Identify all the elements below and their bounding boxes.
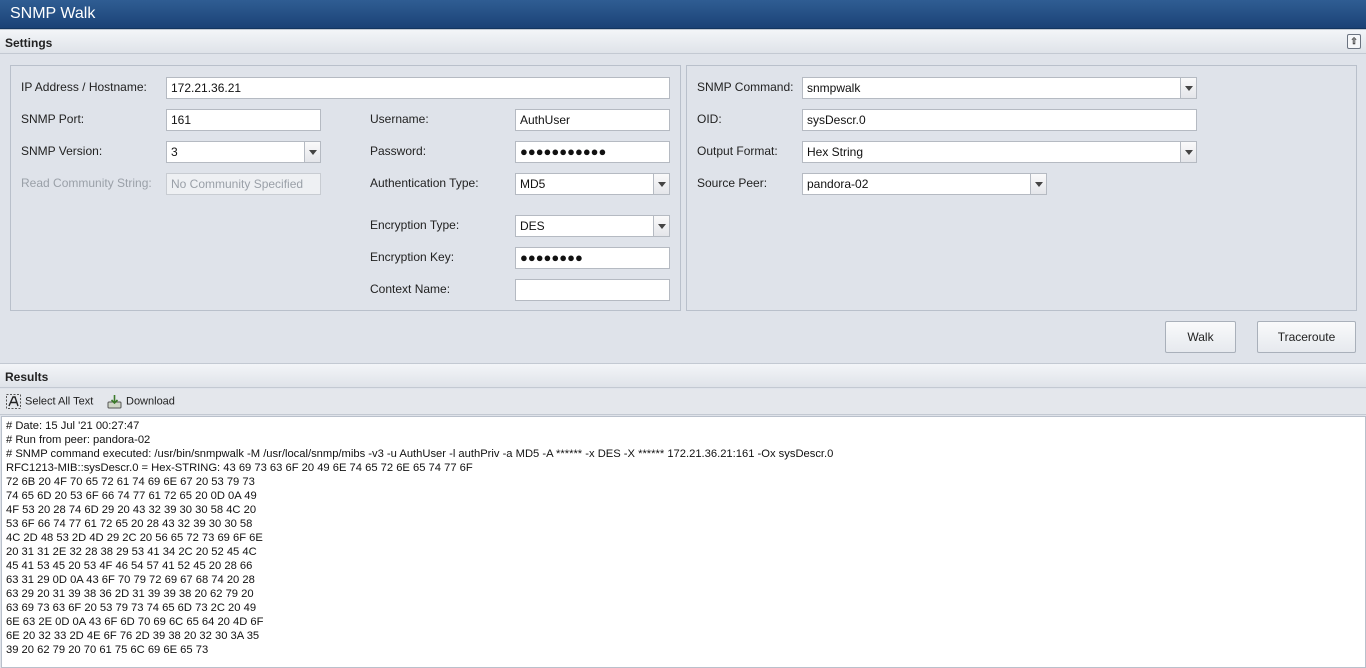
version-select[interactable]: 3 <box>166 141 321 163</box>
output-line: 39 20 62 79 20 70 61 75 6C 69 6E 65 73 <box>6 644 209 656</box>
results-title: Results <box>5 370 49 384</box>
chevron-down-icon[interactable] <box>1180 142 1196 162</box>
enc-key-input[interactable]: ●●●●●●●● <box>515 247 670 269</box>
enc-type-value: DES <box>520 219 545 233</box>
output-line: 63 69 73 63 6F 20 53 79 73 74 65 6D 73 2… <box>6 602 257 614</box>
password-input[interactable]: ●●●●●●●●●●● <box>515 141 670 163</box>
window-title: SNMP Walk <box>0 0 1366 29</box>
results-output[interactable]: # Date: 15 Jul '21 00:27:47 # Run from pe… <box>1 416 1366 668</box>
port-label: SNMP Port: <box>21 112 85 126</box>
select-all-label: Select All Text <box>25 395 94 408</box>
results-toolbar: Select All Text Download <box>0 389 1366 415</box>
collapse-icon[interactable]: ⇧ <box>1347 34 1361 49</box>
command-select[interactable]: snmpwalk <box>802 77 1197 99</box>
oid-label: OID: <box>697 112 722 126</box>
chevron-down-icon[interactable] <box>304 142 320 162</box>
download-label: Download <box>126 395 175 408</box>
community-label: Read Community String: <box>21 176 152 190</box>
output-line: # Run from peer: pandora-02 <box>6 434 151 446</box>
chevron-down-icon[interactable] <box>653 174 669 194</box>
output-line: # SNMP command executed: /usr/bin/snmpwa… <box>6 448 834 460</box>
peer-label: Source Peer: <box>697 176 768 190</box>
enc-type-select[interactable]: DES <box>515 215 670 237</box>
username-input[interactable]: AuthUser <box>515 109 670 131</box>
chevron-down-icon[interactable] <box>653 216 669 236</box>
enc-key-label: Encryption Key: <box>370 250 455 264</box>
output-line: 4C 2D 48 53 2D 4D 29 2C 20 56 65 72 73 6… <box>6 532 263 544</box>
output-line: 20 31 31 2E 32 28 38 29 53 41 34 2C 20 5… <box>6 546 257 558</box>
ip-label: IP Address / Hostname: <box>21 80 147 94</box>
select-all-button[interactable]: Select All Text <box>6 394 93 409</box>
oid-input[interactable]: sysDescr.0 <box>802 109 1197 131</box>
version-label: SNMP Version: <box>21 144 103 158</box>
output-line: 74 65 6D 20 53 6F 66 74 77 61 72 65 20 0… <box>6 490 257 502</box>
peer-value: pandora-02 <box>807 177 869 191</box>
auth-type-label: Authentication Type: <box>370 176 479 190</box>
output-line: # Date: 15 Jul '21 00:27:47 <box>6 420 140 432</box>
username-label: Username: <box>370 112 429 126</box>
chevron-down-icon[interactable] <box>1030 174 1046 194</box>
port-input[interactable]: 161 <box>166 109 321 131</box>
output-line: 4F 53 20 28 74 6D 29 20 43 32 39 30 30 5… <box>6 504 257 516</box>
output-line: 53 6F 66 74 77 61 72 65 20 28 43 32 39 3… <box>6 518 253 530</box>
output-line: 72 6B 20 4F 70 65 72 61 74 69 6E 67 20 5… <box>6 476 255 488</box>
download-button[interactable]: Download <box>107 394 175 409</box>
chevron-down-icon[interactable] <box>1180 78 1196 98</box>
peer-select[interactable]: pandora-02 <box>802 173 1047 195</box>
settings-header: Settings ⇧ <box>0 29 1366 54</box>
context-label: Context Name: <box>370 282 451 296</box>
command-settings-panel: SNMP Command: snmpwalk OID: sysDescr.0 O… <box>686 65 1357 311</box>
output-line: 63 31 29 0D 0A 43 6F 70 79 72 69 67 68 7… <box>6 574 255 586</box>
format-label: Output Format: <box>697 144 778 158</box>
community-input: No Community Specified <box>166 173 321 195</box>
output-line: 63 29 20 31 39 38 36 2D 31 39 39 38 20 6… <box>6 588 254 600</box>
version-value: 3 <box>171 145 178 159</box>
command-label: SNMP Command: <box>697 80 794 94</box>
output-line: 45 41 53 45 20 53 4F 46 54 57 41 52 45 2… <box>6 560 253 572</box>
output-line: 6E 20 32 33 2D 4E 6F 76 2D 39 38 20 32 3… <box>6 630 260 642</box>
settings-title: Settings <box>5 36 53 50</box>
enc-type-label: Encryption Type: <box>370 218 460 232</box>
auth-type-select[interactable]: MD5 <box>515 173 670 195</box>
password-label: Password: <box>370 144 427 158</box>
download-icon <box>107 395 122 409</box>
select-text-icon <box>6 394 21 409</box>
format-value: Hex String <box>807 145 864 159</box>
auth-type-value: MD5 <box>520 177 546 191</box>
output-line: RFC1213-MIB::sysDescr.0 = Hex-STRING: 43… <box>6 462 473 474</box>
context-input[interactable] <box>515 279 670 301</box>
connection-settings-panel: IP Address / Hostname: 172.21.36.21 SNMP… <box>10 65 681 311</box>
results-header: Results <box>0 363 1366 388</box>
format-select[interactable]: Hex String <box>802 141 1197 163</box>
traceroute-button[interactable]: Traceroute <box>1257 321 1356 353</box>
ip-input[interactable]: 172.21.36.21 <box>166 77 670 99</box>
output-line: 6E 63 2E 0D 0A 43 6F 6D 70 69 6C 65 64 2… <box>6 616 264 628</box>
walk-button[interactable]: Walk <box>1165 321 1236 353</box>
command-value: snmpwalk <box>807 81 861 95</box>
